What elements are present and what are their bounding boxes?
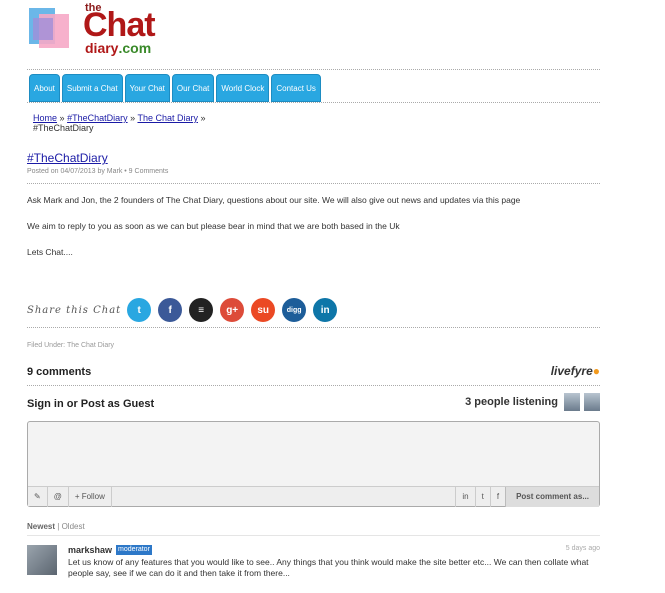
linkedin-icon[interactable]: in: [313, 298, 338, 322]
comment-sort: Newest | Oldest: [27, 522, 85, 531]
comment-text: Let us know of any features that you wou…: [68, 557, 589, 578]
post-paragraph: Ask Mark and Jon, the 2 founders of The …: [27, 195, 521, 205]
sort-newest[interactable]: Newest: [27, 522, 55, 531]
mention-icon[interactable]: @: [48, 486, 69, 507]
nav-about[interactable]: About: [29, 74, 60, 102]
buffer-icon[interactable]: ≡: [189, 298, 214, 322]
listener-avatar[interactable]: [584, 393, 600, 411]
listening-count: 3 people listening: [465, 396, 558, 408]
comment-editor[interactable]: ✎ @ + Follow in t f Post comment as...: [27, 421, 600, 507]
nav-your-chat[interactable]: Your Chat: [124, 74, 170, 102]
comment-author[interactable]: markshaw: [68, 545, 112, 555]
breadcrumb-tag[interactable]: #TheChatDiary: [67, 113, 128, 123]
filed-under: Filed Under: The Chat Diary: [27, 342, 115, 349]
share-label: Share this Chat: [27, 304, 122, 316]
breadcrumb-current: #TheChatDiary: [33, 123, 94, 133]
google-plus-icon[interactable]: g+: [220, 298, 245, 322]
pencil-icon[interactable]: ✎: [28, 486, 48, 507]
breadcrumb-section[interactable]: The Chat Diary: [137, 113, 198, 123]
comment-date[interactable]: 5 days ago: [566, 545, 600, 552]
divider: [27, 183, 600, 184]
linkedin-share-icon[interactable]: in: [455, 486, 474, 507]
facebook-icon[interactable]: f: [158, 298, 183, 322]
facebook-share-icon[interactable]: f: [489, 486, 505, 507]
logo-square-purple: [33, 18, 53, 40]
stumbleupon-icon[interactable]: su: [251, 298, 276, 322]
divider: [27, 385, 600, 386]
logo-diary: diary.com: [85, 40, 152, 56]
divider: [27, 327, 600, 328]
post-paragraph: We aim to reply to you as soon as we can…: [27, 221, 400, 231]
breadcrumb-home[interactable]: Home: [33, 113, 57, 123]
divider: [27, 535, 600, 536]
livefyre-logo[interactable]: livefyre●: [551, 364, 600, 378]
post-comment-button[interactable]: Post comment as...: [505, 486, 599, 507]
twitter-icon[interactable]: t: [127, 298, 152, 322]
divider: [27, 69, 600, 70]
flame-icon: ●: [592, 364, 600, 378]
category-link[interactable]: The Chat Diary: [67, 342, 114, 349]
listener-avatar[interactable]: [564, 393, 580, 411]
signin-link[interactable]: Sign in or Post as Guest: [27, 398, 154, 410]
twitter-share-icon[interactable]: t: [474, 486, 490, 507]
avatar[interactable]: [27, 545, 57, 575]
nav-contact-us[interactable]: Contact Us: [271, 74, 321, 102]
breadcrumb: Home » #TheChatDiary » The Chat Diary » …: [33, 113, 206, 133]
post-meta: Posted on 04/07/2013 by Mark • 9 Comment…: [27, 168, 169, 175]
nav-our-chat[interactable]: Our Chat: [171, 74, 215, 102]
post-title[interactable]: #TheChatDiary: [27, 151, 108, 165]
site-logo[interactable]: the Chat diary.com: [27, 0, 172, 58]
nav-world-clock[interactable]: World Clock: [216, 74, 270, 102]
editor-toolbar: ✎ @ + Follow in t f Post comment as...: [28, 486, 599, 507]
main-nav: About Submit a Chat Your Chat Our Chat W…: [29, 74, 321, 102]
moderator-badge: moderator: [116, 545, 152, 555]
post-paragraph: Lets Chat....: [27, 247, 73, 257]
follow-button[interactable]: + Follow: [69, 486, 112, 507]
digg-icon[interactable]: digg: [282, 298, 307, 322]
share-bar: Share this Chat t f ≡ g+ su digg in: [27, 298, 344, 322]
comments-count: 9 comments: [27, 366, 92, 378]
divider: [27, 102, 600, 103]
nav-submit-chat[interactable]: Submit a Chat: [61, 74, 123, 102]
sort-oldest[interactable]: Oldest: [62, 522, 85, 531]
